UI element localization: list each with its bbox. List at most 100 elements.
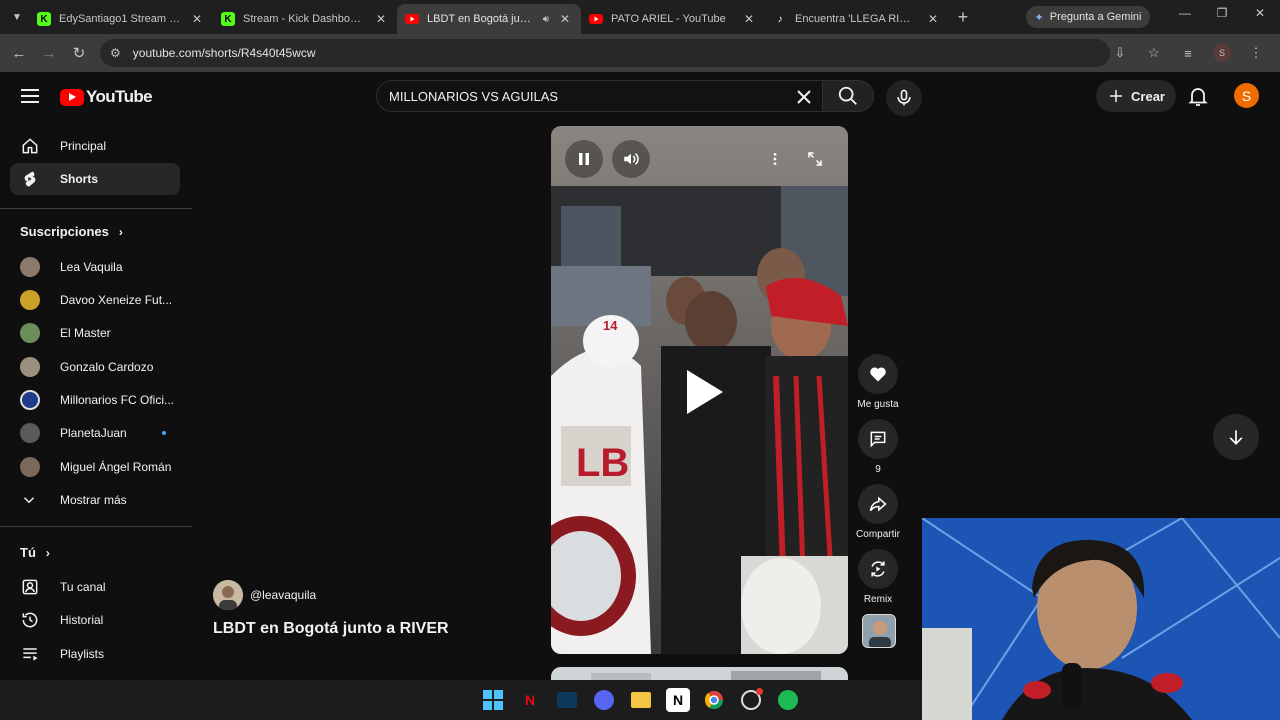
- browser-tab-3-active[interactable]: LBDT en Bogotá junto a RIVER 🔊︎ ✕: [397, 4, 581, 34]
- create-button[interactable]: Crear: [1096, 80, 1176, 112]
- discord-icon[interactable]: [592, 688, 616, 712]
- volume-icon: [624, 153, 639, 165]
- plus-icon: [1110, 90, 1123, 102]
- sidebar-item-sub-el-master[interactable]: El Master: [10, 317, 180, 349]
- search-input[interactable]: MILLONARIOS VS AGUILAS: [376, 80, 822, 112]
- gemini-button[interactable]: ✦ Pregunta a Gemini: [1026, 6, 1150, 28]
- sidebar-item-principal[interactable]: Principal: [10, 130, 180, 162]
- minimize-icon[interactable]: —: [1170, 6, 1200, 20]
- restore-icon[interactable]: ❐: [1207, 6, 1237, 20]
- tab-search-chevron-icon[interactable]: ▼: [5, 5, 29, 29]
- youtube-icon: [405, 12, 419, 26]
- share-action[interactable]: Compartir: [852, 484, 904, 540]
- you-heading[interactable]: Tú ›: [20, 545, 50, 560]
- sidebar-item-playlists[interactable]: Playlists: [10, 638, 180, 670]
- sidebar-item-sub-lea-vaquila[interactable]: Lea Vaquila: [10, 251, 180, 283]
- chevron-down-icon: [23, 497, 35, 504]
- notifications-bell-icon[interactable]: [1186, 84, 1210, 108]
- sidebar-item-sub-planetajuan[interactable]: PlanetaJuan: [10, 417, 180, 449]
- close-tab-icon[interactable]: ✕: [189, 12, 205, 26]
- channel-handle[interactable]: @leavaquila: [250, 588, 316, 602]
- sidebar-item-sub-gonzalo-cardozo[interactable]: Gonzalo Cardozo: [10, 351, 180, 383]
- reload-icon[interactable]: ↻: [64, 38, 94, 68]
- close-window-icon[interactable]: ✕: [1245, 6, 1275, 20]
- comments-count: 9: [875, 464, 881, 475]
- media-controls-icon[interactable]: ≡: [1174, 39, 1202, 67]
- browser-tab-1[interactable]: K EdySantiago1 Stream - Watch ✕: [29, 4, 213, 34]
- more-options-button[interactable]: [756, 140, 794, 178]
- comments-button[interactable]: [858, 419, 898, 459]
- address-bar[interactable]: ⚙ youtube.com/shorts/R4s40t45wcw: [100, 39, 1110, 67]
- history-icon: [22, 612, 38, 628]
- subscriptions-heading[interactable]: Suscripciones ›: [20, 224, 123, 239]
- back-arrow-icon[interactable]: ←: [4, 38, 34, 68]
- site-info-icon[interactable]: ⚙: [110, 46, 121, 60]
- shorts-video-player[interactable]: LB 14: [551, 126, 848, 654]
- play-overlay-icon[interactable]: [673, 362, 733, 422]
- comments-action[interactable]: 9: [852, 419, 904, 475]
- like-button[interactable]: [858, 354, 898, 394]
- arrow-down-icon: [1229, 430, 1243, 445]
- like-action[interactable]: Me gusta: [852, 354, 904, 410]
- short-title[interactable]: LBDT en Bogotá junto a RIVER: [213, 620, 449, 638]
- remix-label: Remix: [863, 594, 893, 605]
- kick-icon: K: [221, 12, 235, 26]
- channel-avatar: [20, 357, 40, 377]
- chevron-right-icon: ›: [118, 224, 123, 239]
- close-tab-icon[interactable]: ✕: [925, 12, 941, 26]
- close-tab-icon[interactable]: ✕: [741, 12, 757, 26]
- channel-icon: [22, 579, 38, 595]
- sidebar-item-sub-davoo[interactable]: Davoo Xeneize Fut...: [10, 284, 180, 316]
- account-avatar[interactable]: S: [1234, 83, 1259, 108]
- sidebar-item-label: Miguel Ángel Román: [60, 460, 172, 474]
- search-button[interactable]: [822, 80, 874, 112]
- browser-tab-5[interactable]: ♪ Encuentra 'LLEGA RIVER PLATE' ✕: [765, 4, 949, 34]
- close-tab-icon[interactable]: ✕: [373, 12, 389, 26]
- close-tab-icon[interactable]: ✕: [557, 12, 573, 26]
- pause-button[interactable]: [565, 140, 603, 178]
- file-explorer-icon[interactable]: [629, 688, 653, 712]
- sidebar-item-tu-canal[interactable]: Tu canal: [10, 571, 180, 603]
- sidebar-item-historial[interactable]: Historial: [10, 604, 180, 636]
- channel-avatar: [20, 457, 40, 477]
- audio-source-thumbnail[interactable]: [862, 614, 896, 648]
- gemini-label: Pregunta a Gemini: [1049, 11, 1142, 23]
- obs-studio-icon[interactable]: [739, 688, 763, 712]
- youtube-logo[interactable]: YouTube: [60, 87, 153, 107]
- create-label: Crear: [1131, 88, 1165, 104]
- browser-tab-2[interactable]: K Stream - Kick Dashboard ✕: [213, 4, 397, 34]
- spotify-icon[interactable]: [776, 688, 800, 712]
- volume-button[interactable]: [612, 140, 650, 178]
- sidebar-item-shorts[interactable]: Shorts: [10, 163, 180, 195]
- sidebar-show-more[interactable]: Mostrar más: [10, 484, 180, 516]
- fullscreen-button[interactable]: [796, 140, 834, 178]
- sidebar-item-sub-millonarios[interactable]: Millonarios FC Ofici...: [10, 384, 180, 416]
- share-button[interactable]: [858, 484, 898, 524]
- remix-button[interactable]: [858, 549, 898, 589]
- sidebar-item-sub-miguel-angel-roman[interactable]: Miguel Ángel Román: [10, 451, 180, 483]
- bookmark-star-icon[interactable]: ☆: [1140, 39, 1168, 67]
- windows-start-icon[interactable]: [481, 688, 505, 712]
- browser-tab-4[interactable]: PATO ARIEL - YouTube ✕: [581, 4, 765, 34]
- windows-taskbar: N N: [0, 680, 922, 720]
- voice-search-button[interactable]: [886, 80, 922, 116]
- kebab-menu-icon[interactable]: ⋮: [1242, 39, 1270, 67]
- notion-icon[interactable]: N: [666, 688, 690, 712]
- netflix-icon[interactable]: N: [518, 688, 542, 712]
- install-app-icon[interactable]: ⇩: [1106, 39, 1134, 67]
- next-short-button[interactable]: [1213, 414, 1259, 460]
- short-channel[interactable]: @leavaquila: [213, 580, 316, 610]
- sidebar-item-label: Principal: [60, 139, 107, 153]
- clear-search-icon[interactable]: [792, 85, 816, 109]
- speaker-icon[interactable]: 🔊︎: [543, 14, 549, 25]
- profile-avatar[interactable]: S: [1208, 39, 1236, 67]
- channel-avatar[interactable]: [213, 580, 243, 610]
- disney-plus-icon[interactable]: [555, 688, 579, 712]
- chrome-icon[interactable]: [702, 688, 726, 712]
- tiktok-icon: ♪: [777, 13, 783, 25]
- menu-hamburger-icon[interactable]: [18, 84, 42, 108]
- sidebar-item-label: Shorts: [60, 172, 99, 186]
- forward-arrow-icon[interactable]: →: [34, 38, 64, 68]
- new-tab-plus-icon[interactable]: +: [949, 3, 977, 31]
- remix-action[interactable]: Remix: [852, 549, 904, 605]
